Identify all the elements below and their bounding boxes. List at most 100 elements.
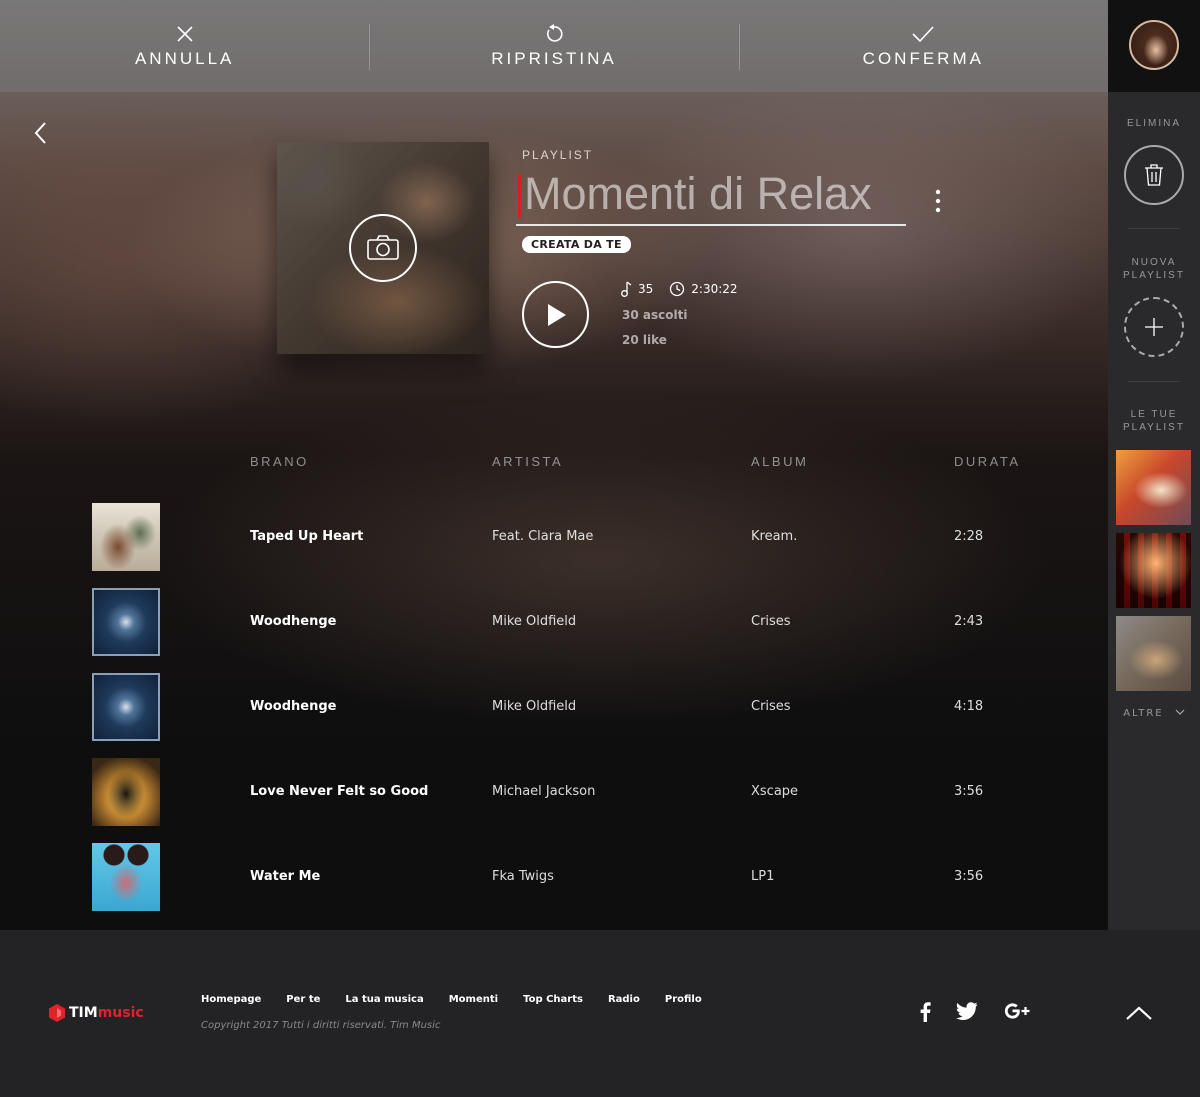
cancel-button[interactable]: ANNULLA [0, 0, 369, 92]
change-cover-button[interactable] [349, 214, 417, 282]
footer-link-radio[interactable]: Radio [608, 994, 640, 1005]
profile-area [1108, 0, 1200, 92]
playlist-title-input[interactable]: Momenti di Relax [516, 168, 906, 226]
chevron-up-icon [1126, 1006, 1152, 1020]
reset-icon [544, 23, 564, 45]
delete-button[interactable] [1124, 145, 1184, 205]
table-row[interactable]: Woodhenge Mike Oldfield Crises 4:18 [0, 673, 1108, 743]
sidebar-divider [1128, 228, 1180, 229]
back-arrow-icon[interactable] [30, 120, 52, 146]
footer-link-top-charts[interactable]: Top Charts [523, 994, 583, 1005]
footer-link-homepage[interactable]: Homepage [201, 994, 261, 1005]
edit-toolbar: ANNULLA RIPRISTINA CONFERMA [0, 0, 1108, 92]
more-options-icon[interactable] [928, 186, 948, 216]
track-artist: Michael Jackson [492, 784, 596, 799]
new-playlist-button[interactable] [1124, 297, 1184, 357]
album-art [92, 503, 160, 571]
album-art [92, 758, 160, 826]
clock-icon [670, 281, 685, 297]
footer-link-la-tua-musica[interactable]: La tua musica [345, 994, 423, 1005]
column-header-artist: ARTISTA [492, 454, 564, 469]
twitter-icon[interactable] [956, 1002, 978, 1024]
google-plus-icon[interactable] [1004, 1002, 1030, 1024]
logo-music-text: music [97, 1005, 144, 1021]
playlist-title: Momenti di Relax [524, 168, 872, 219]
logo-text: TIMmusic [69, 1005, 144, 1021]
tim-music-logo[interactable]: TIMmusic [49, 1004, 144, 1022]
track-album: Kream. [751, 529, 798, 544]
playlist-type-label: PLAYLIST [522, 148, 594, 162]
track-album: Crises [751, 614, 791, 629]
plays-count: 30 ascolti [622, 308, 688, 322]
footer-link-profilo[interactable]: Profilo [665, 994, 702, 1005]
copyright-text: Copyright 2017 Tutti i diritti riservati… [201, 1020, 441, 1031]
table-row[interactable]: Woodhenge Mike Oldfield Crises 2:43 [0, 588, 1108, 658]
album-art [92, 673, 160, 741]
chevron-down-icon [1175, 709, 1185, 715]
table-row[interactable]: Taped Up Heart Feat. Clara Mae Kream. 2:… [0, 503, 1108, 573]
sidebar-divider [1128, 381, 1180, 382]
track-duration: 4:18 [954, 699, 984, 714]
camera-icon [367, 235, 399, 260]
your-playlists-label-line-2: PLAYLIST [1123, 422, 1185, 433]
table-row[interactable]: Love Never Felt so Good Michael Jackson … [0, 758, 1108, 828]
created-by-you-badge: CREATA DA TE [522, 236, 631, 253]
facebook-icon[interactable] [919, 1002, 931, 1026]
main-panel: ANNULLA RIPRISTINA CONFERMA PLAYLIST Mom… [0, 0, 1108, 930]
playlist-thumbnail[interactable] [1116, 450, 1191, 525]
track-duration: 3:56 [954, 869, 984, 884]
plus-icon [1145, 318, 1163, 336]
more-playlists-label: ALTRE [1123, 708, 1164, 719]
playlist-thumbnail[interactable] [1116, 533, 1191, 608]
playlist-cover [277, 142, 489, 354]
logo-tim-text: TIM [69, 1005, 98, 1021]
new-playlist-label-line-1: NUOVA [1131, 257, 1177, 268]
close-icon [176, 23, 194, 45]
column-header-track: BRANO [250, 454, 309, 469]
album-art [92, 843, 160, 911]
track-duration: 2:43 [954, 614, 984, 629]
table-row[interactable]: Water Me Fka Twigs LP1 3:56 [0, 843, 1108, 913]
track-album: Crises [751, 699, 791, 714]
track-duration: 2:28 [954, 529, 984, 544]
confirm-label: CONFERMA [862, 49, 984, 68]
cancel-label: ANNULLA [134, 49, 235, 68]
reset-button[interactable]: RIPRISTINA [369, 0, 738, 92]
track-artist: Mike Oldfield [492, 699, 577, 714]
track-artist: Feat. Clara Mae [492, 529, 594, 544]
duration-stat: 2:30:22 [669, 281, 738, 297]
track-title: Woodhenge [250, 614, 337, 629]
avatar[interactable] [1129, 20, 1179, 70]
playlist-stats: 35 2:30:22 [620, 281, 754, 297]
album-art [92, 588, 160, 656]
track-artist: Mike Oldfield [492, 614, 577, 629]
track-duration: 3:56 [954, 784, 984, 799]
playlist-duration: 2:30:22 [691, 282, 738, 296]
new-playlist-label-line-2: PLAYLIST [1123, 270, 1185, 281]
footer-nav: Homepage Per te La tua musica Momenti To… [201, 994, 727, 1005]
footer-link-per-te[interactable]: Per te [286, 994, 320, 1005]
scroll-to-top-button[interactable] [1125, 1004, 1153, 1026]
column-header-duration: DURATA [954, 454, 1021, 469]
confirm-button[interactable]: CONFERMA [738, 0, 1108, 92]
reset-label: RIPRISTINA [491, 49, 617, 68]
playlist-thumbnail[interactable] [1116, 616, 1191, 691]
trash-icon [1145, 164, 1163, 186]
track-count-stat: 35 [620, 281, 653, 297]
track-title: Woodhenge [250, 699, 337, 714]
delete-label: ELIMINA [1126, 118, 1181, 129]
music-note-icon [621, 281, 632, 297]
play-icon [547, 303, 566, 326]
footer-link-momenti[interactable]: Momenti [449, 994, 498, 1005]
sidebar: ELIMINA NUOVA PLAYLIST LE TUE PLAYLIST A… [1108, 0, 1200, 930]
track-album: Xscape [751, 784, 799, 799]
column-header-album: ALBUM [751, 454, 809, 469]
likes-count: 20 like [622, 333, 667, 347]
check-icon [911, 23, 935, 45]
more-playlists-button[interactable]: ALTRE [1108, 708, 1200, 719]
your-playlists-label-line-1: LE TUE [1130, 409, 1178, 420]
text-cursor [518, 174, 521, 218]
track-title: Water Me [250, 869, 321, 884]
play-button[interactable] [522, 281, 589, 348]
track-title: Taped Up Heart [250, 529, 364, 544]
